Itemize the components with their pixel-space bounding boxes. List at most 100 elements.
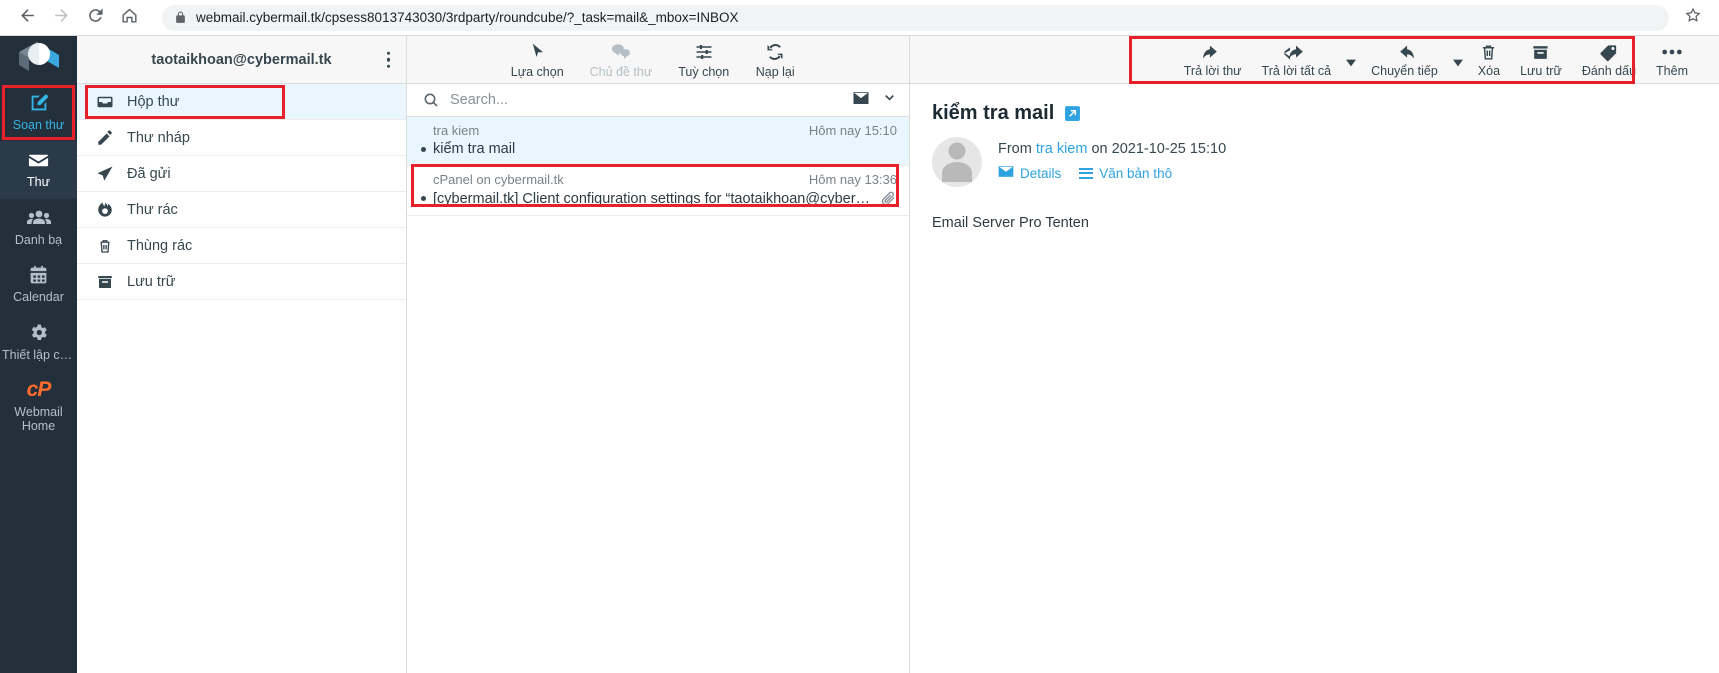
sender-meta: From tra kiem on 2021-10-25 15:10 Detail…: [998, 137, 1226, 181]
envelope-icon: [27, 149, 50, 171]
archive-icon: [95, 273, 115, 291]
from-prefix: From: [998, 141, 1032, 157]
folder-item-archive[interactable]: Lưu trữ: [77, 264, 406, 300]
webmail-app: Soạn thư Thư Danh bạ Calendar Thiết lập …: [0, 36, 1719, 673]
search-bar[interactable]: [407, 84, 909, 117]
plaintext-link[interactable]: Văn bản thô: [1079, 166, 1172, 181]
folder-item-label: Thư nháp: [127, 129, 190, 146]
reply-all-button-label: Trả lời tất cả: [1261, 64, 1332, 78]
home-button[interactable]: [114, 3, 144, 33]
avatar: [932, 137, 982, 187]
forward-dropdown-icon[interactable]: [1449, 59, 1467, 67]
folder-item-label: Hộp thư: [127, 93, 180, 110]
sliders-icon: [694, 41, 714, 63]
folder-item-inbox[interactable]: Hộp thư: [77, 84, 406, 120]
folder-item-label: Thùng rác: [127, 237, 193, 254]
browser-toolbar: webmail.cybermail.tk/cpsess8013743030/3r…: [0, 0, 1719, 36]
forward-button[interactable]: Chuyển tiếp: [1362, 41, 1447, 78]
external-link-icon[interactable]: [1064, 105, 1081, 122]
reload-button[interactable]: [80, 3, 110, 33]
message-preview-panel: Trả lời thư Trả lời tất cả Chuyển tiếp X…: [910, 36, 1719, 673]
forward-button[interactable]: [46, 3, 76, 33]
details-link[interactable]: Details: [998, 165, 1061, 181]
envelope-icon: [998, 165, 1014, 181]
message-actions-toolbar: Trả lời thư Trả lời tất cả Chuyển tiếp X…: [910, 36, 1719, 84]
message-meta: cPanel on cybermail.tk Hôm nay 13:36: [419, 172, 897, 187]
message-subject: [cybermail.tk] Client configuration sett…: [433, 190, 873, 207]
archive-icon: [1531, 41, 1550, 63]
threads-button[interactable]: Chủ đề thư: [589, 41, 653, 79]
message-subject-heading: kiểm tra mail: [932, 102, 1719, 125]
from-middle: on: [1091, 141, 1108, 157]
message-list-toolbar: Lựa chọn Chủ đề thư Tuỳ chọn Nạp lại: [407, 36, 909, 84]
bookmark-button[interactable]: [1679, 4, 1707, 32]
search-icon: [423, 92, 439, 108]
paper-plane-icon: [95, 165, 115, 183]
sidebar-item-compose[interactable]: Soạn thư: [0, 84, 77, 141]
refresh-button[interactable]: Nạp lại: [755, 41, 795, 79]
from-date: 2021-10-25 15:10: [1111, 141, 1227, 157]
message-row[interactable]: tra kiem Hôm nay 15:10 kiểm tra mail: [407, 117, 909, 166]
more-dots-icon: [1661, 41, 1683, 63]
sidebar-item-mail[interactable]: Thư: [0, 141, 77, 199]
from-name[interactable]: tra kiem: [1036, 141, 1088, 157]
reply-all-icon: [1284, 41, 1308, 63]
cpanel-cube-logo: [15, 38, 63, 83]
select-button[interactable]: Lựa chọn: [511, 41, 564, 79]
select-button-label: Lựa chọn: [510, 64, 564, 79]
search-input[interactable]: [450, 92, 841, 108]
reply-all-dropdown-icon[interactable]: [1342, 59, 1360, 67]
archive-button[interactable]: Lưu trữ: [1511, 41, 1571, 78]
unread-dot-icon: [421, 146, 426, 152]
chevron-down-icon[interactable]: [882, 90, 897, 110]
kebab-menu-icon[interactable]: [381, 45, 397, 74]
sidebar-item-settings[interactable]: Thiết lập cấ...: [0, 314, 77, 371]
task-rail: Soạn thư Thư Danh bạ Calendar Thiết lập …: [0, 36, 77, 673]
delete-button[interactable]: Xóa: [1469, 41, 1509, 78]
sidebar-item-calendar[interactable]: Calendar: [0, 256, 77, 313]
message-sender: tra kiem: [433, 123, 480, 138]
arrow-left-icon: [18, 6, 37, 30]
threads-icon: [610, 41, 631, 63]
plaintext-label: Văn bản thô: [1099, 165, 1173, 181]
message-date: Hôm nay 13:36: [808, 172, 897, 187]
contacts-icon: [26, 207, 51, 229]
attachment-icon: [880, 190, 897, 207]
message-sender: cPanel on cybermail.tk: [433, 172, 564, 187]
sidebar-item-webmail-home[interactable]: cP Webmail Home: [0, 371, 77, 443]
sidebar-item-label: Soạn thư: [12, 118, 65, 132]
back-button[interactable]: [12, 3, 42, 33]
message-content: kiểm tra mail From tra kiem on 2021-10-2…: [910, 84, 1719, 231]
sidebar-item-contacts[interactable]: Danh bạ: [0, 199, 77, 256]
reply-all-button[interactable]: Trả lời tất cả: [1253, 41, 1341, 78]
trash-icon: [95, 237, 115, 255]
message-row[interactable]: cPanel on cybermail.tk Hôm nay 13:36 [cy…: [407, 166, 909, 216]
folder-item-drafts[interactable]: Thư nháp: [77, 120, 406, 156]
folder-item-sent[interactable]: Đã gửi: [77, 156, 406, 192]
fire-icon: [95, 201, 115, 219]
compose-pencil-icon: [28, 92, 50, 114]
address-bar[interactable]: webmail.cybermail.tk/cpsess8013743030/3r…: [162, 4, 1669, 31]
message-subject-row: [cybermail.tk] Client configuration sett…: [419, 190, 897, 207]
sidebar-item-label: Thiết lập cấ...: [2, 347, 75, 362]
threads-button-label: Chủ đề thư: [589, 64, 653, 79]
user-avatar-icon: [932, 137, 982, 187]
folder-item-trash[interactable]: Thùng rác: [77, 228, 406, 264]
reply-button[interactable]: Trả lời thư: [1175, 41, 1251, 78]
message-meta: tra kiem Hôm nay 15:10: [419, 123, 897, 138]
url-text: webmail.cybermail.tk/cpsess8013743030/3r…: [196, 10, 739, 25]
mark-button[interactable]: Đánh dấu: [1573, 41, 1645, 78]
unread-dot-icon: [421, 196, 426, 201]
envelope-icon[interactable]: [852, 90, 870, 111]
mark-button-label: Đánh dấu: [1581, 64, 1637, 78]
arrow-right-icon: [52, 6, 71, 30]
message-list-panel: Lựa chọn Chủ đề thư Tuỳ chọn Nạp lại Sea…: [407, 36, 910, 673]
account-header: taotaikhoan@cybermail.tk: [77, 36, 406, 84]
folder-item-junk[interactable]: Thư rác: [77, 192, 406, 228]
options-button[interactable]: Tuỳ chọn: [678, 41, 729, 79]
from-line: From tra kiem on 2021-10-25 15:10: [998, 141, 1226, 157]
folder-item-label: Đã gửi: [127, 165, 171, 182]
more-button[interactable]: Thêm: [1647, 41, 1697, 78]
search-scope-controls: [852, 90, 897, 111]
folder-panel: taotaikhoan@cybermail.tk Hộp thư Thư nhá…: [77, 36, 407, 673]
